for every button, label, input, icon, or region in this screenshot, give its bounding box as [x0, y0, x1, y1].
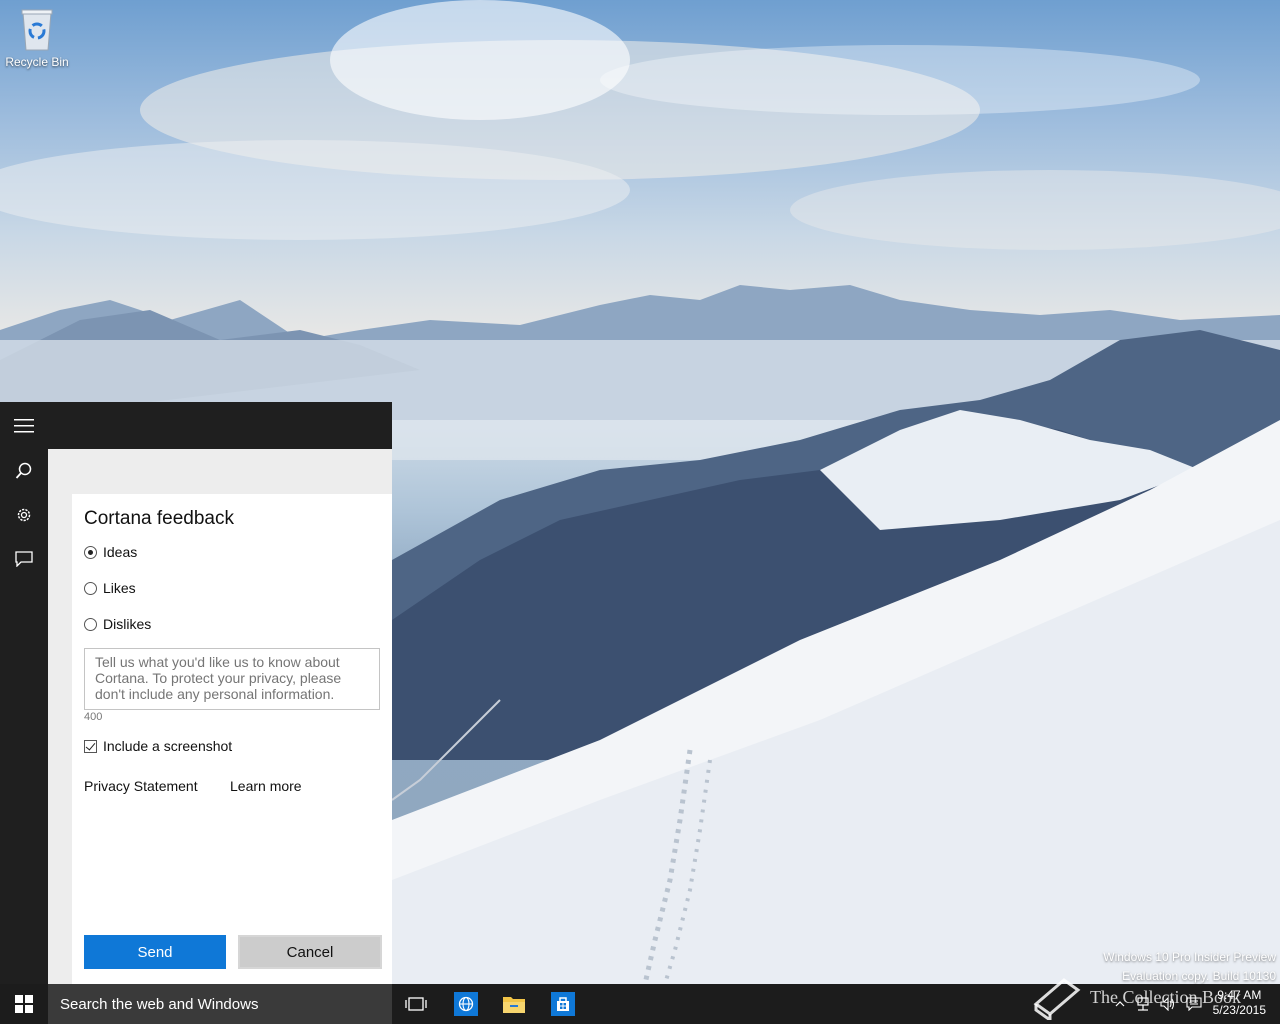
option-dislikes[interactable]: Dislikes — [84, 616, 151, 632]
windows-logo-icon — [15, 995, 33, 1013]
feedback-icon[interactable] — [0, 537, 48, 581]
search-placeholder: Search the web and Windows — [60, 995, 259, 1013]
radio-selected-icon[interactable] — [84, 545, 97, 559]
cortana-topbar — [0, 402, 392, 449]
cortana-panel: Cortana feedback Ideas Likes Dislikes 40… — [0, 402, 392, 984]
option-likes[interactable]: Likes — [84, 580, 136, 596]
collection-book-text: The Collection Book — [1090, 986, 1241, 1007]
radio-icon[interactable] — [84, 617, 97, 631]
cortana-rail — [0, 449, 48, 984]
recycle-bin-icon — [19, 8, 55, 52]
option-ideas[interactable]: Ideas — [84, 544, 137, 560]
cortana-content: Cortana feedback Ideas Likes Dislikes 40… — [48, 449, 392, 984]
start-button[interactable] — [0, 984, 48, 1024]
book-icon — [1033, 978, 1081, 1020]
char-count: 400 — [84, 711, 103, 723]
feedback-title: Cortana feedback — [84, 508, 234, 529]
radio-icon[interactable] — [84, 581, 97, 595]
taskbar-search-box[interactable]: Search the web and Windows — [48, 984, 392, 1024]
store-icon[interactable] — [539, 984, 587, 1024]
search-icon[interactable] — [0, 449, 48, 493]
include-screenshot-label: Include a screenshot — [103, 738, 233, 754]
feedback-textarea[interactable] — [84, 648, 380, 710]
edge-browser-icon[interactable] — [442, 984, 490, 1024]
privacy-statement-link[interactable]: Privacy Statement — [84, 778, 198, 794]
option-label: Ideas — [103, 544, 138, 560]
file-explorer-icon[interactable] — [490, 984, 538, 1024]
hamburger-icon[interactable] — [0, 402, 48, 449]
task-view-icon[interactable] — [392, 984, 440, 1024]
watermark-line-1: Windows 10 Pro Insider Preview — [1103, 950, 1276, 964]
recycle-bin-label: Recycle Bin — [5, 55, 69, 69]
learn-more-link[interactable]: Learn more — [230, 778, 302, 794]
option-label: Likes — [103, 580, 136, 596]
gear-icon[interactable] — [0, 493, 48, 537]
checkbox-checked-icon[interactable] — [84, 739, 97, 753]
feedback-card: Cortana feedback Ideas Likes Dislikes 40… — [72, 494, 392, 984]
recycle-bin-shortcut[interactable]: Recycle Bin — [4, 8, 70, 69]
cancel-button[interactable]: Cancel — [238, 935, 382, 969]
option-label: Dislikes — [103, 616, 152, 632]
send-button[interactable]: Send — [84, 935, 226, 969]
include-screenshot-toggle[interactable]: Include a screenshot — [84, 738, 232, 754]
collection-book-logo: The Collection Book — [1030, 974, 1241, 1020]
